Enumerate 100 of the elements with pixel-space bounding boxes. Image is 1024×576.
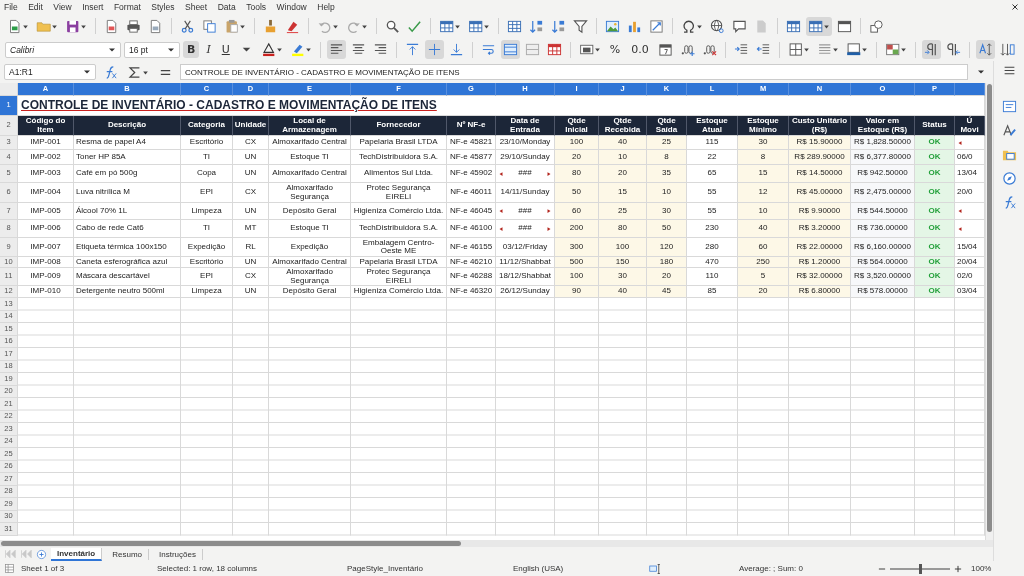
column-heading: Qtde Inicial xyxy=(555,116,599,136)
column-header[interactable] xyxy=(955,83,985,96)
format-button[interactable]: B xyxy=(183,41,200,58)
table-cell: R$ 1,828.50000 xyxy=(851,136,915,150)
scrollbar-thumb[interactable] xyxy=(987,84,992,532)
vertical-text-icon[interactable] xyxy=(975,40,995,59)
column-heading: Fornecedor xyxy=(351,116,447,136)
menu-item[interactable]: Help xyxy=(317,2,335,12)
table-cell: 8 xyxy=(647,150,687,165)
menu-item[interactable]: Insert xyxy=(82,2,104,12)
table-cell: NF-e 45821 xyxy=(447,136,496,150)
cell-grid[interactable] xyxy=(18,298,985,536)
split-window-icon[interactable] xyxy=(806,16,832,36)
table-cell: UN xyxy=(233,286,269,298)
table-cell: R$ 3,520.00000 xyxy=(851,268,915,286)
table-cell: R$ 6.80000 xyxy=(789,286,851,298)
slider-thumb[interactable] xyxy=(918,563,922,574)
selection-mode-icon[interactable] xyxy=(649,562,661,575)
table-cell: NF-e 46011 xyxy=(447,183,496,203)
table-cell: 18/12/Shabbat xyxy=(496,268,555,286)
table-cell: RL xyxy=(233,238,269,257)
sheet-tab[interactable]: Instruções xyxy=(153,548,203,560)
navigator-icon[interactable] xyxy=(1001,171,1017,186)
table-cell: 65 xyxy=(687,165,738,183)
format-button[interactable]: U xyxy=(217,41,234,58)
vertical-scrollbar[interactable] xyxy=(985,83,993,540)
table-cell: 100 xyxy=(555,268,599,286)
sheet-tab[interactable]: Resumo xyxy=(106,548,150,560)
align-left-icon[interactable] xyxy=(326,40,346,59)
table-cell: EPI xyxy=(181,268,233,286)
table-cell: EPI xyxy=(181,183,233,203)
table-cell: 90 xyxy=(555,286,599,298)
table-cell: Higieniza Comércio Ltda. xyxy=(351,286,447,298)
table-cell: R$ 15.90000 xyxy=(789,136,851,150)
menu-item[interactable]: Data xyxy=(217,2,236,12)
horizontal-scrollbar[interactable] xyxy=(0,540,993,547)
table-cell: Estoque TI xyxy=(269,150,351,165)
menu-item[interactable]: Window xyxy=(276,2,307,12)
table-cell: Expedição xyxy=(269,238,351,257)
table-cell: UN xyxy=(233,203,269,220)
table-cell: 40 xyxy=(738,220,789,238)
table-cell: Almoxarifado Central xyxy=(269,165,351,183)
table-cell: 22 xyxy=(687,150,738,165)
menu-item[interactable]: Styles xyxy=(151,2,175,12)
sum-info: Average: ; Sum: 0 xyxy=(739,564,804,573)
table-cell: Higieniza Comércio Ltda. xyxy=(351,203,447,220)
table-cell: 23/10/Monday xyxy=(496,136,555,150)
table-cell: 200 xyxy=(555,220,599,238)
status-label: OK xyxy=(915,220,955,238)
merge-cells-icon[interactable] xyxy=(500,40,520,59)
menu-item[interactable]: Sheet xyxy=(185,2,208,12)
menu-item[interactable]: File xyxy=(4,2,18,12)
menu-item[interactable]: Tools xyxy=(246,2,266,12)
zoom-in-icon[interactable] xyxy=(953,563,963,574)
menu-item[interactable]: Edit xyxy=(28,2,43,12)
align-middle-icon[interactable] xyxy=(424,40,444,59)
table-cell: TechDistribuidora S.A. xyxy=(351,220,447,238)
table-cell: NF-e 45877 xyxy=(447,150,496,165)
menu-item[interactable]: View xyxy=(53,2,72,12)
table-cell: NF-e 46100 xyxy=(447,220,496,238)
close-icon[interactable] xyxy=(1010,2,1020,12)
table-cell: 10 xyxy=(738,203,789,220)
scrollbar-thumb[interactable] xyxy=(1,541,461,546)
table-cell: R$ 22.00000 xyxy=(789,238,851,257)
font-name-field[interactable]: Calibri xyxy=(5,41,121,58)
menu-icon[interactable] xyxy=(1002,64,1016,77)
left-to-right-icon[interactable] xyxy=(921,40,941,59)
sheet-tab[interactable]: Inventário xyxy=(51,547,103,561)
table-cell: Escritório xyxy=(181,136,233,150)
table-cell: NF-e 46045 xyxy=(447,203,496,220)
table-cell: 30 xyxy=(599,268,647,286)
table-cell: 150 xyxy=(599,257,647,268)
column-heading: Código do Item xyxy=(18,116,74,136)
column-heading: Custo Unitário (R$) xyxy=(789,116,851,136)
number-format-button[interactable]: 0.0 xyxy=(627,41,653,58)
table-cell: 35 xyxy=(647,165,687,183)
styles-icon[interactable] xyxy=(1001,123,1017,138)
column-heading: Ú Movi xyxy=(955,116,985,136)
table-cell: IMP-007 xyxy=(18,238,74,257)
table-cell: 40 xyxy=(599,286,647,298)
column-heading: Categoria xyxy=(181,116,233,136)
column-heading: Nº NF-e xyxy=(447,116,496,136)
number-format-button[interactable]: % xyxy=(605,41,625,58)
menu-item[interactable]: Format xyxy=(113,2,141,12)
properties-icon[interactable] xyxy=(1001,99,1017,114)
table-cell: MT xyxy=(233,220,269,238)
table-cell: Depósito Geral xyxy=(269,203,351,220)
table-cell: 280 xyxy=(687,238,738,257)
overflow-arrow-icon xyxy=(546,225,552,232)
column-heading: Descrição xyxy=(74,116,181,136)
table-cell: 03/12/Friday xyxy=(496,238,555,257)
font-size-field[interactable]: 16 pt xyxy=(124,41,180,58)
name-box[interactable]: A1:R1 xyxy=(4,64,96,80)
table-cell: 5 xyxy=(738,268,789,286)
formula-input[interactable]: CONTROLE DE INVENTÁRIO - CADASTRO E MOVIMENTAÇÃO DE ITENS xyxy=(180,64,968,80)
table-cell: 100 xyxy=(599,238,647,257)
table-cell: IMP-009 xyxy=(18,268,74,286)
format-button[interactable]: I xyxy=(202,41,215,58)
add-sheet-icon[interactable] xyxy=(36,548,47,560)
cell-reference: A1:R1 xyxy=(9,67,33,77)
